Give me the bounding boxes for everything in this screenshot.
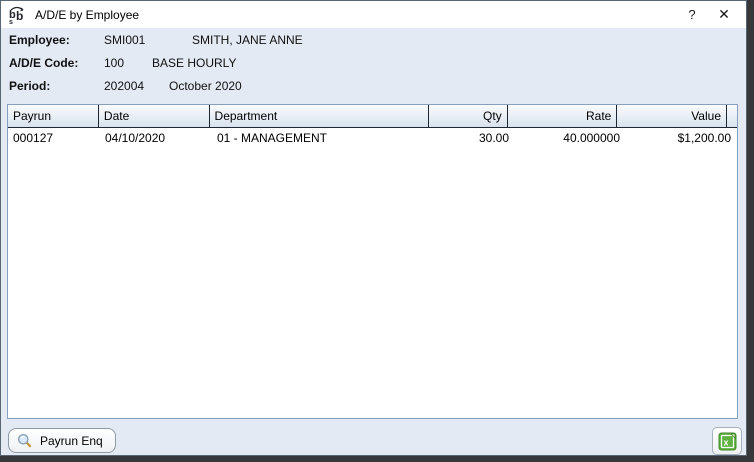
payrun-enq-label: Payrun Enq: [40, 434, 103, 448]
bsb-logo-icon: b b s: [8, 5, 27, 24]
ade-code-desc: BASE HOURLY: [152, 56, 236, 70]
payrun-enq-button[interactable]: Payrun Enq: [8, 428, 116, 453]
column-header-payrun[interactable]: Payrun: [8, 105, 99, 127]
svg-text:x: x: [723, 437, 728, 447]
magnifier-icon: [17, 433, 32, 448]
cell-department: 01 - MANAGEMENT: [212, 128, 434, 148]
screen-background: b b s A/D/E by Employee ? ✕ Employee: SM…: [0, 0, 754, 462]
excel-export-icon: x: [718, 432, 737, 451]
ade-by-employee-dialog: b b s A/D/E by Employee ? ✕ Employee: SM…: [0, 0, 747, 456]
table-header-row: Payrun Date Department Qty Rate Value: [8, 105, 737, 128]
period-code: 202004: [104, 79, 144, 93]
ade-code-value: 100: [104, 56, 124, 70]
cell-value: $1,200.00: [625, 128, 736, 148]
employee-code: SMI001: [104, 33, 145, 47]
cell-qty: 30.00: [434, 128, 514, 148]
column-header-filler: [727, 105, 737, 127]
dialog-title: A/D/E by Employee: [35, 8, 139, 22]
export-to-excel-button[interactable]: x: [712, 427, 742, 455]
cell-payrun: 000127: [8, 128, 100, 148]
employee-name: SMITH, JANE ANNE: [192, 33, 303, 47]
column-header-value[interactable]: Value: [617, 105, 727, 127]
titlebar: b b s A/D/E by Employee ? ✕: [1, 1, 746, 28]
employee-label: Employee:: [9, 33, 70, 47]
ade-code-label: A/D/E Code:: [9, 56, 78, 70]
column-header-date[interactable]: Date: [99, 105, 210, 127]
column-header-rate[interactable]: Rate: [508, 105, 618, 127]
cell-rate: 40.000000: [514, 128, 625, 148]
column-header-qty[interactable]: Qty: [429, 105, 508, 127]
help-button[interactable]: ?: [676, 1, 708, 28]
period-desc: October 2020: [169, 79, 242, 93]
cell-date: 04/10/2020: [100, 128, 212, 148]
svg-text:b: b: [16, 9, 23, 23]
ade-results-table: Payrun Date Department Qty Rate Value 00…: [7, 104, 738, 419]
column-header-department[interactable]: Department: [210, 105, 429, 127]
close-button[interactable]: ✕: [708, 1, 740, 28]
svg-text:s: s: [9, 19, 13, 24]
table-row[interactable]: 000127 04/10/2020 01 - MANAGEMENT 30.00 …: [8, 128, 737, 148]
period-label: Period:: [9, 79, 50, 93]
